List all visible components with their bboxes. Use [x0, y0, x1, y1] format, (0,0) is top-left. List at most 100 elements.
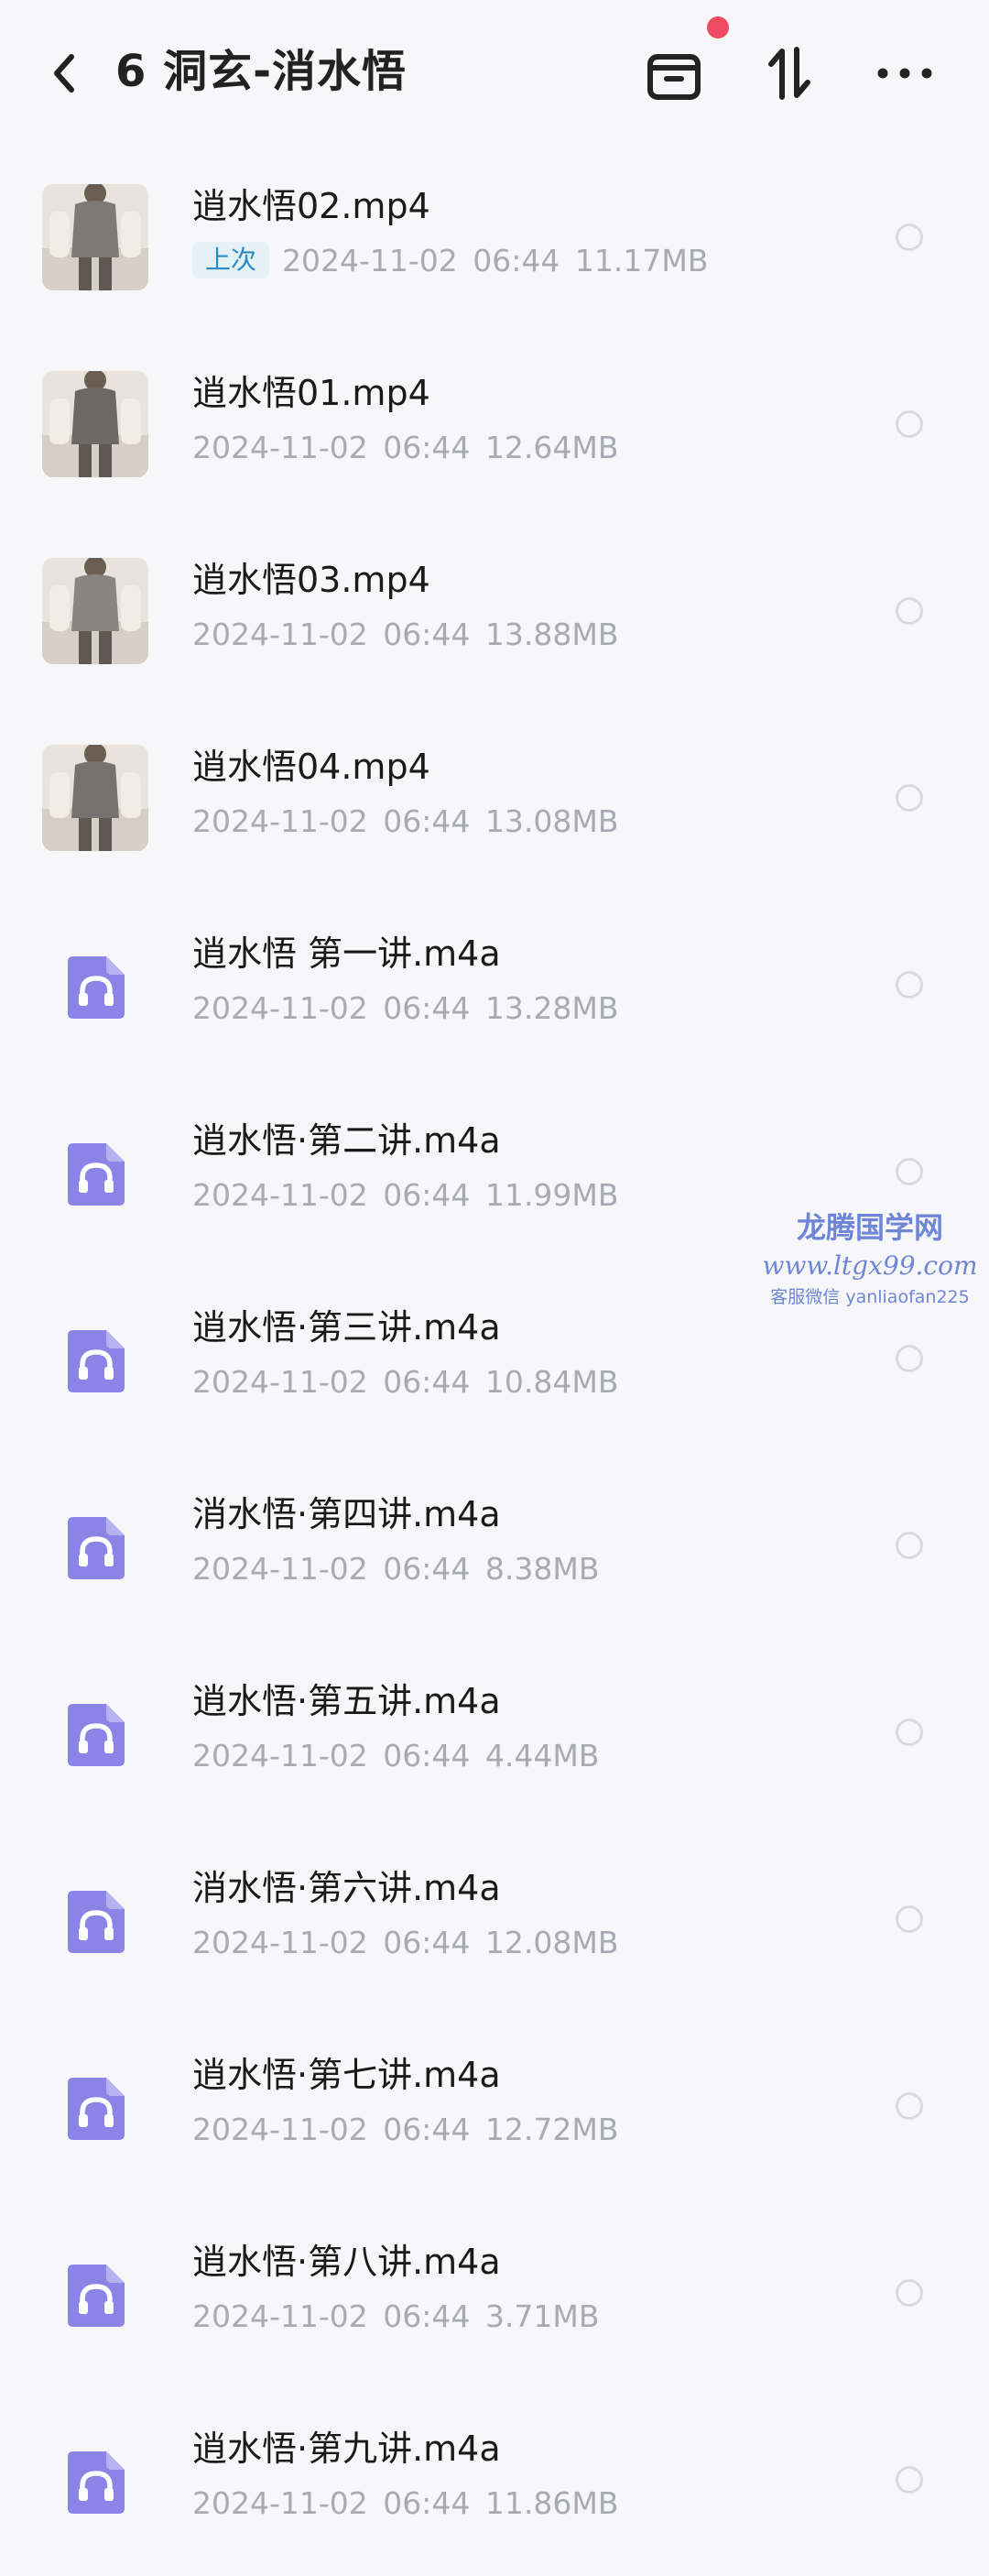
file-row[interactable]: 逍水悟03.mp4 2024-11-02 06:44 13.88MB: [0, 520, 989, 707]
watermark-title: 龙腾国学网: [796, 1210, 943, 1245]
audio-file-icon: [64, 1140, 128, 1209]
select-radio[interactable]: [896, 410, 923, 438]
file-row[interactable]: 逍水悟02.mp4 上次 2024-11-02 06:44 11.17MB: [0, 147, 989, 333]
file-size: 11.17MB: [574, 243, 709, 278]
file-date: 2024-11-02: [192, 803, 368, 839]
audio-file-icon: [64, 1326, 128, 1396]
file-date: 2024-11-02: [192, 1177, 368, 1213]
audio-file-icon: [64, 953, 128, 1022]
file-name: 逍水悟·第八讲.m4a: [192, 2242, 501, 2282]
sort-icon: [768, 47, 810, 100]
video-thumbnail: [42, 558, 148, 664]
audio-file-icon: [64, 2074, 128, 2144]
sort-button[interactable]: [753, 37, 826, 110]
audio-file-icon: [64, 2261, 128, 2330]
file-date: 2024-11-02: [192, 2112, 368, 2147]
file-row[interactable]: 逍水悟·第五讲.m4a 2024-11-02 06:44 4.44MB: [0, 1642, 989, 1828]
file-meta: 2024-11-02 06:44 11.99MB: [192, 1174, 618, 1217]
file-size: 4.44MB: [484, 1738, 600, 1774]
file-row[interactable]: 逍水悟·第八讲.m4a 2024-11-02 06:44 3.71MB: [0, 2202, 989, 2389]
file-size: 13.88MB: [484, 617, 619, 652]
file-name: 逍水悟04.mp4: [192, 747, 430, 787]
file-size: 12.64MB: [484, 430, 619, 465]
file-name: 逍水悟·第二讲.m4a: [192, 1120, 501, 1161]
select-radio[interactable]: [896, 784, 923, 812]
file-name: 逍水悟·第九讲.m4a: [192, 2429, 501, 2469]
video-thumbnail: [42, 371, 148, 477]
file-date: 2024-11-02: [192, 2485, 368, 2521]
file-name: 消水悟·第六讲.m4a: [192, 1868, 501, 1908]
file-date: 2024-11-02: [192, 1551, 368, 1587]
select-radio[interactable]: [896, 1158, 923, 1185]
file-meta: 上次 2024-11-02 06:44 11.17MB: [192, 240, 709, 282]
watermark-url: www.ltgx99.com: [762, 1250, 978, 1281]
select-radio[interactable]: [896, 2092, 923, 2120]
file-name: 逍水悟01.mp4: [192, 373, 430, 413]
file-time: 06:44: [383, 1364, 471, 1400]
file-size: 12.72MB: [484, 2112, 619, 2147]
file-time: 06:44: [383, 2298, 471, 2334]
watermark-contact: 客服微信 yanliaofan225: [770, 1287, 970, 1307]
more-button[interactable]: [868, 37, 941, 110]
file-time: 06:44: [383, 617, 471, 652]
file-time: 06:44: [383, 1177, 471, 1213]
select-radio[interactable]: [896, 2279, 923, 2307]
file-date: 2024-11-02: [192, 617, 368, 652]
select-radio[interactable]: [896, 971, 923, 999]
select-radio[interactable]: [896, 597, 923, 625]
file-row[interactable]: 消水悟·第六讲.m4a 2024-11-02 06:44 12.08MB: [0, 1828, 989, 2015]
file-size: 12.08MB: [484, 1925, 619, 1960]
file-time: 06:44: [383, 1738, 471, 1774]
file-meta: 2024-11-02 06:44 13.28MB: [192, 988, 618, 1030]
file-size: 8.38MB: [484, 1551, 600, 1587]
select-radio[interactable]: [896, 1345, 923, 1372]
select-radio[interactable]: [896, 2466, 923, 2494]
audio-file-icon: [64, 2448, 128, 2517]
file-meta: 2024-11-02 06:44 13.88MB: [192, 614, 618, 656]
file-date: 2024-11-02: [192, 1925, 368, 1960]
select-radio[interactable]: [896, 1905, 923, 1933]
file-row[interactable]: 逍水悟01.mp4 2024-11-02 06:44 12.64MB: [0, 333, 989, 520]
file-time: 06:44: [383, 430, 471, 465]
file-name: 逍水悟03.mp4: [192, 560, 430, 600]
select-radio[interactable]: [896, 1532, 923, 1559]
file-row[interactable]: 逍水悟04.mp4 2024-11-02 06:44 13.08MB: [0, 707, 989, 894]
archive-button[interactable]: [637, 37, 711, 110]
file-meta: 2024-11-02 06:44 10.84MB: [192, 1361, 618, 1403]
watermark: 龙腾国学网 www.ltgx99.com 客服微信 yanliaofan225: [760, 1207, 980, 1310]
file-row[interactable]: 逍水悟 第一讲.m4a 2024-11-02 06:44 13.28MB: [0, 894, 989, 1081]
page-title: 6 洞玄-消水悟: [115, 46, 408, 97]
file-time: 06:44: [383, 2112, 471, 2147]
file-size: 3.71MB: [484, 2298, 600, 2334]
audio-file-icon: [64, 1887, 128, 1957]
file-meta: 2024-11-02 06:44 12.08MB: [192, 1922, 618, 1964]
file-size: 11.99MB: [484, 1177, 619, 1213]
file-size: 13.28MB: [484, 990, 619, 1026]
file-date: 2024-11-02: [282, 243, 458, 278]
file-date: 2024-11-02: [192, 2298, 368, 2334]
top-bar: 6 洞玄-消水悟: [0, 0, 989, 147]
file-date: 2024-11-02: [192, 990, 368, 1026]
file-name: 逍水悟·第七讲.m4a: [192, 2055, 501, 2095]
select-radio[interactable]: [896, 224, 923, 251]
file-row[interactable]: 消水悟·第四讲.m4a 2024-11-02 06:44 8.38MB: [0, 1455, 989, 1642]
file-date: 2024-11-02: [192, 430, 368, 465]
file-time: 06:44: [383, 1551, 471, 1587]
file-name: 消水悟·第四讲.m4a: [192, 1494, 501, 1534]
file-name: 逍水悟·第三讲.m4a: [192, 1307, 501, 1348]
back-icon[interactable]: [46, 46, 82, 101]
file-date: 2024-11-02: [192, 1364, 368, 1400]
file-time: 06:44: [383, 990, 471, 1026]
file-time: 06:44: [383, 1925, 471, 1960]
last-played-badge: 上次: [192, 242, 270, 278]
file-time: 06:44: [383, 2485, 471, 2521]
select-radio[interactable]: [896, 1719, 923, 1746]
file-meta: 2024-11-02 06:44 12.64MB: [192, 427, 618, 469]
notification-dot: [707, 16, 729, 38]
file-date: 2024-11-02: [192, 1738, 368, 1774]
file-row[interactable]: 逍水悟·第九讲.m4a 2024-11-02 06:44 11.86MB: [0, 2389, 989, 2576]
file-meta: 2024-11-02 06:44 13.08MB: [192, 801, 618, 843]
file-size: 10.84MB: [484, 1364, 619, 1400]
file-row[interactable]: 逍水悟·第七讲.m4a 2024-11-02 06:44 12.72MB: [0, 2015, 989, 2202]
file-name: 逍水悟 第一讲.m4a: [192, 933, 501, 974]
